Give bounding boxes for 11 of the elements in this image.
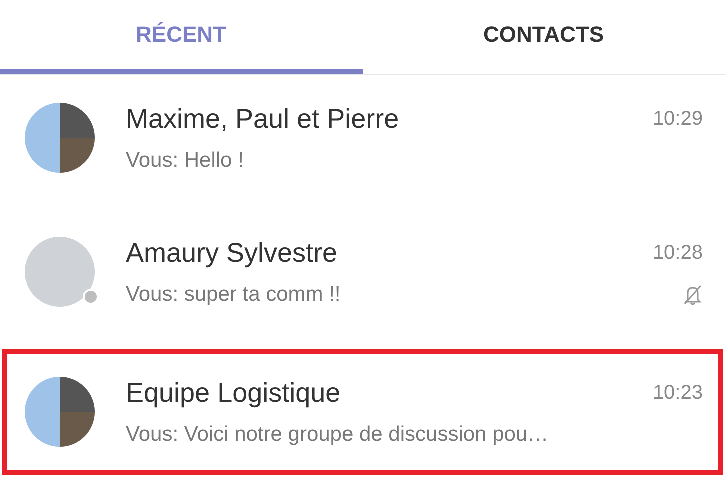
message-preview: Vous: super ta comm !! <box>126 282 341 306</box>
message-time: 10:29 <box>652 108 703 130</box>
message-preview: Vous: Hello ! <box>126 148 244 172</box>
message-preview: Vous: Voici notre groupe de discussion pou… <box>126 422 549 446</box>
conversation-name: Equipe Logistique <box>126 378 341 408</box>
tab[interactable]: CONTACTS <box>362 0 725 74</box>
message-time: 10:28 <box>652 242 703 264</box>
conversation-name: Maxime, Paul et Pierre <box>126 104 400 134</box>
tab[interactable]: RÉCENT <box>0 0 362 74</box>
message-time: 10:23 <box>652 382 703 404</box>
conversation-name: Amaury Sylvestre <box>126 238 338 268</box>
